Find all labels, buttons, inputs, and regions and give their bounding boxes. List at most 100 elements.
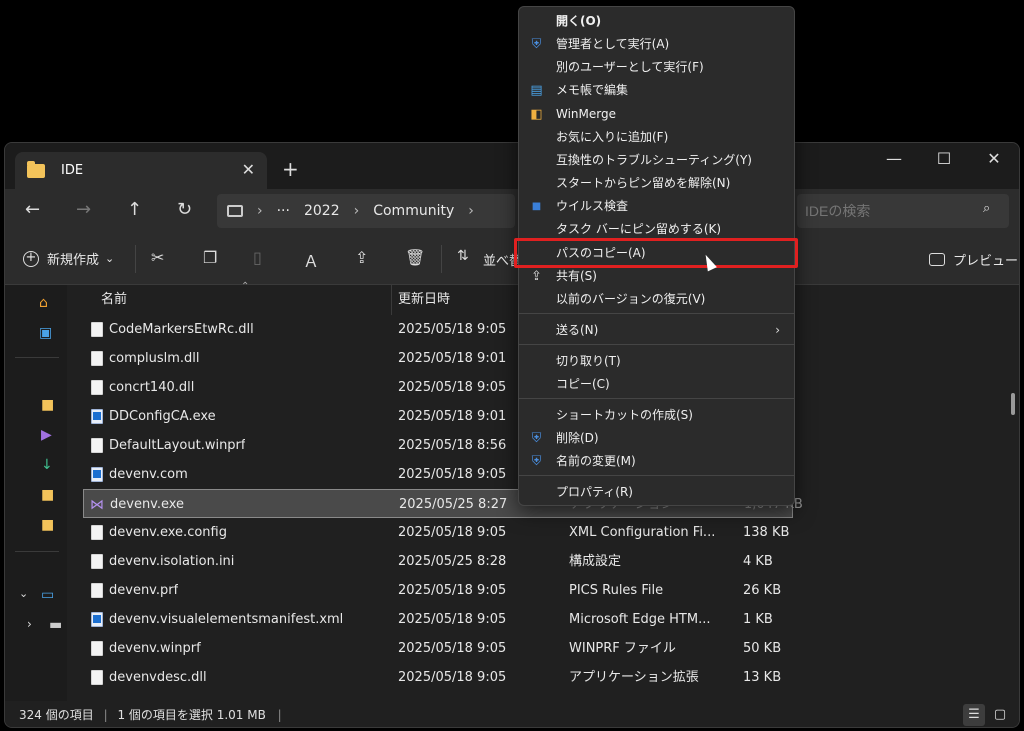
exe-file-icon	[91, 409, 103, 424]
preview-button[interactable]: プレビュー	[929, 250, 1018, 269]
pc-icon[interactable]: ▭	[41, 587, 54, 603]
folder-icon[interactable]: ■	[41, 517, 54, 533]
file-name: devenvdesc.dll	[109, 670, 207, 685]
shield-icon: ⛨	[531, 454, 542, 469]
search-input[interactable]	[797, 194, 1009, 228]
file-date: 2025/05/18 8:56	[398, 438, 507, 453]
menu-item-send-to[interactable]: 送る(N) ›	[523, 319, 792, 342]
cut-icon[interactable]: ✂	[151, 248, 164, 267]
details-view-icon[interactable]: ☰	[963, 704, 985, 726]
menu-item-edit-notepad[interactable]: ▤ メモ帳で編集	[523, 79, 792, 102]
dll-file-icon	[91, 322, 103, 337]
sort-icon[interactable]: ⇅	[457, 248, 469, 264]
tiles-view-icon[interactable]: ▢	[989, 704, 1011, 726]
tab-close-icon[interactable]: ✕	[242, 160, 255, 179]
file-date: 2025/05/18 9:05	[398, 525, 507, 540]
menu-item-copy[interactable]: コピー(C)	[523, 373, 792, 396]
close-button[interactable]: ✕	[969, 143, 1019, 175]
menu-item-add-favorite[interactable]: お気に入りに追加(F)	[523, 126, 792, 149]
paste-icon[interactable]: ▯	[253, 248, 262, 267]
back-button[interactable]: ←	[25, 199, 40, 220]
menu-item-label: 名前の変更(M)	[556, 454, 636, 468]
menu-item-restore-versions[interactable]: 以前のバージョンの復元(V)	[523, 288, 792, 311]
table-row[interactable]: devenv.isolation.ini 2025/05/25 8:28 構成設…	[83, 547, 793, 576]
column-divider[interactable]	[391, 285, 392, 315]
breadcrumb[interactable]: › ··· 2022 › Community ›	[217, 194, 515, 228]
vertical-scrollbar[interactable]	[1011, 393, 1015, 415]
menu-item-label: ショートカットの作成(S)	[556, 408, 693, 422]
ini-file-icon	[91, 554, 103, 569]
menu-item-run-as-other-user[interactable]: 別のユーザーとして実行(F)	[523, 56, 792, 79]
refresh-button[interactable]: ↻	[177, 199, 192, 220]
file-name: compluslm.dll	[109, 351, 200, 366]
breadcrumb-item-community[interactable]: Community	[373, 203, 454, 219]
table-row[interactable]: devenvdesc.dll 2025/05/18 9:05 アプリケーション拡…	[83, 663, 793, 692]
share-icon[interactable]: ⇪	[355, 248, 368, 267]
drive-icon[interactable]: ▬	[49, 617, 62, 633]
folder-icon[interactable]: ■	[41, 487, 54, 503]
menu-item-troubleshoot[interactable]: 互換性のトラブルシューティング(Y)	[523, 149, 792, 172]
menu-item-label: 管理者として実行(A)	[556, 37, 670, 51]
menu-item-share[interactable]: ⇪ 共有(S)	[523, 265, 792, 288]
chevron-down-icon: ⌄	[105, 252, 115, 265]
breadcrumb-item-2022[interactable]: 2022	[304, 203, 340, 219]
folder-icon[interactable]: ■	[41, 397, 54, 413]
menu-item-winmerge[interactable]: ◧ WinMerge	[523, 103, 792, 126]
column-header-name[interactable]: 名前	[101, 285, 127, 315]
delete-icon[interactable]: 🗑	[405, 248, 425, 267]
gallery-icon[interactable]: ▣	[39, 325, 52, 341]
menu-item-label: お気に入りに追加(F)	[556, 130, 669, 144]
menu-item-virus-scan[interactable]: ■ ウイルス検査	[523, 195, 792, 218]
table-row[interactable]: devenv.exe.config 2025/05/18 9:05 XML Co…	[83, 518, 793, 547]
menu-item-unpin-start[interactable]: スタートからピン留めを解除(N)	[523, 172, 792, 195]
status-divider: |	[103, 708, 108, 722]
search-icon[interactable]: ⌕	[983, 201, 990, 216]
menu-item-cut[interactable]: 切り取り(T)	[523, 350, 792, 373]
file-name: devenv.com	[109, 467, 188, 482]
view-switcher: ☰ ▢	[963, 704, 1011, 726]
menu-item-label: 共有(S)	[556, 269, 597, 283]
rename-icon[interactable]: Ａ	[303, 248, 319, 272]
breadcrumb-more[interactable]: ···	[277, 203, 290, 219]
new-tab-button[interactable]: +	[282, 157, 299, 181]
file-name: DefaultLayout.winprf	[109, 438, 246, 453]
maximize-button[interactable]: ☐	[919, 143, 969, 175]
new-button[interactable]: + 新規作成 ⌄	[23, 249, 114, 268]
file-size: 26 KB	[743, 583, 782, 598]
file-icon	[91, 641, 103, 656]
menu-item-run-as-admin[interactable]: ⛨ 管理者として実行(A)	[523, 33, 792, 56]
menu-item-label: コピー(C)	[556, 377, 610, 391]
tab-ide[interactable]: IDE ✕	[15, 152, 267, 189]
file-name: devenv.exe	[110, 497, 185, 512]
menu-item-create-shortcut[interactable]: ショートカットの作成(S)	[523, 404, 792, 427]
address-bar: ← → ↑ ↻ › ··· 2022 › Community › ⌕	[5, 189, 1019, 233]
shield-icon: ⛨	[531, 37, 542, 52]
explorer-window: IDE ✕ + — ☐ ✕ ← → ↑ ↻ › ··· 2022 › Commu…	[4, 142, 1020, 728]
menu-item-properties[interactable]: プロパティ(R)	[523, 481, 792, 504]
minimize-button[interactable]: —	[869, 143, 919, 175]
menu-item-delete[interactable]: ⛨ 削除(D)	[523, 427, 792, 450]
table-row[interactable]: devenv.winprf 2025/05/18 9:05 WINPRF ファイ…	[83, 634, 793, 663]
downloads-icon[interactable]: ↓	[41, 457, 53, 473]
copy-icon[interactable]: ❐	[203, 248, 217, 267]
monitor-icon	[227, 205, 243, 217]
chevron-right-icon[interactable]: ›	[27, 617, 32, 631]
file-name: devenv.winprf	[109, 641, 201, 656]
file-type: XML Configuration Fi...	[569, 525, 716, 540]
chevron-down-icon[interactable]: ⌄	[19, 587, 28, 600]
xml-file-icon	[91, 612, 103, 627]
forward-button[interactable]: →	[76, 199, 91, 220]
menu-item-open[interactable]: 開く(O)	[523, 10, 792, 33]
tab-label: IDE	[61, 163, 84, 178]
home-icon[interactable]: ⌂	[39, 295, 48, 311]
folder-icon	[27, 160, 45, 178]
file-date: 2025/05/18 9:05	[398, 322, 507, 337]
table-row[interactable]: devenv.visualelementsmanifest.xml 2025/0…	[83, 605, 793, 634]
table-row[interactable]: devenv.prf 2025/05/18 9:05 PICS Rules Fi…	[83, 576, 793, 605]
up-button[interactable]: ↑	[127, 199, 142, 220]
videos-icon[interactable]: ▶	[41, 427, 52, 443]
menu-item-rename[interactable]: ⛨ 名前の変更(M)	[523, 450, 792, 473]
winmerge-icon: ◧	[530, 107, 543, 122]
column-header-modified[interactable]: 更新日時	[398, 285, 450, 315]
visual-studio-icon: ⋈	[90, 497, 104, 513]
